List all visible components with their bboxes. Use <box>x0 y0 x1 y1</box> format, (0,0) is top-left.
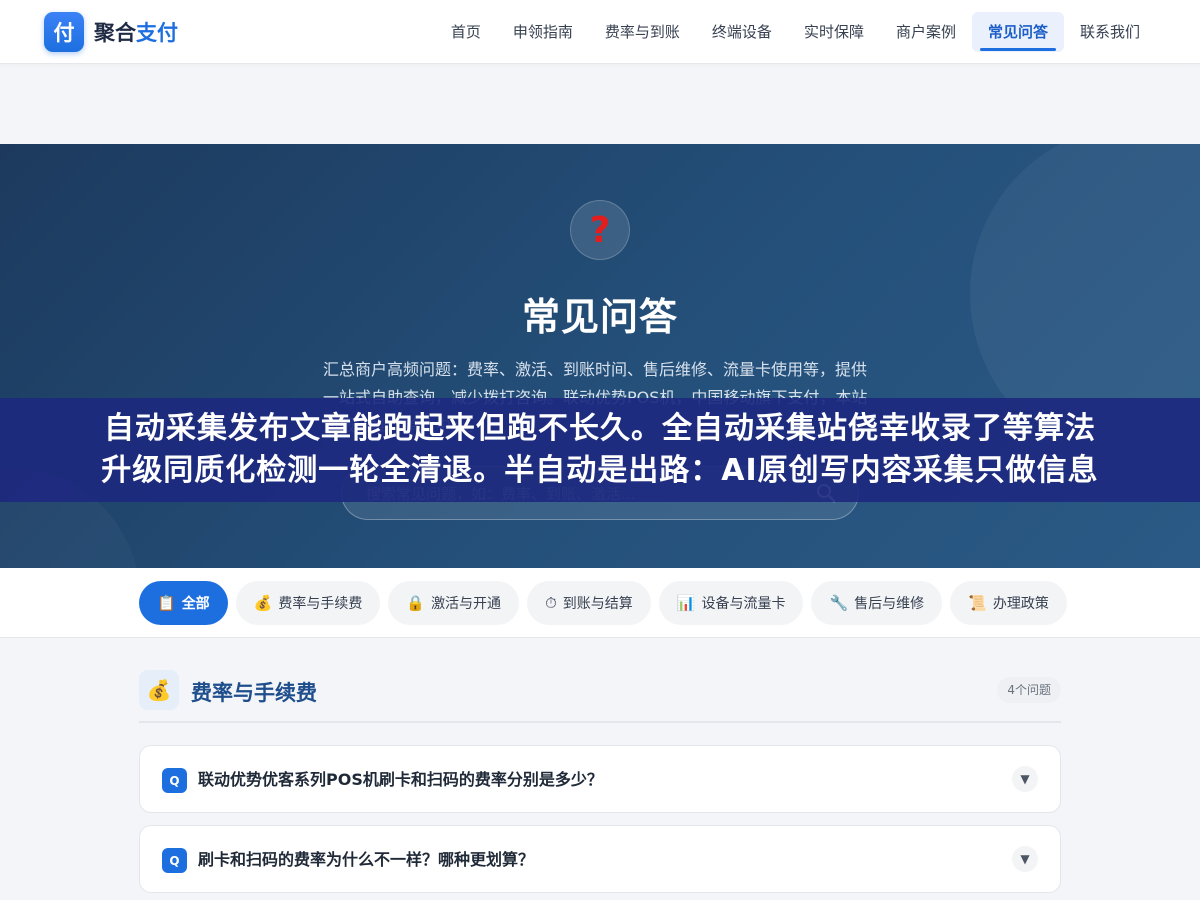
tab-all[interactable]: 📋 全部 <box>139 581 228 625</box>
question-badge: Q <box>162 768 187 793</box>
main-nav: 首页 申领指南 费率与到账 终端设备 实时保障 商户案例 常见问答 联系我们 <box>435 12 1156 52</box>
tab-policy[interactable]: 📜 办理政策 <box>950 581 1067 625</box>
chart-icon: 📊 <box>676 594 696 612</box>
overlay-banner: 自动采集发布文章能跑起来但跑不长久。全自动采集站侥幸收录了等算法 升级同质化检测… <box>0 398 1200 502</box>
question-text: 刷卡和扫码的费率为什么不一样？哪种更划算？ <box>198 850 535 869</box>
lock-icon: 🔒 <box>406 594 426 612</box>
logo-badge: 付 <box>44 12 84 52</box>
nav-apply-guide[interactable]: 申领指南 <box>497 12 589 52</box>
stopwatch-icon: ⏱ <box>545 594 557 612</box>
money-bag-icon: 💰 <box>139 670 179 710</box>
section-header: 💰 费率与手续费 4个问题 <box>139 670 1061 723</box>
tab-label: 到账与结算 <box>562 596 633 612</box>
category-tabs-bar: 📋 全部 💰 费率与手续费 🔒 激活与开通 ⏱ 到账与结算 📊 设备与流量卡 🔧 售后与维修… <box>0 568 1200 638</box>
banner-line-2: 升级同质化检测一轮全清退。半自动是出路：AI原创写内容采集只做信息 <box>101 453 1099 488</box>
question-icon: ? <box>570 200 630 260</box>
nav-home[interactable]: 首页 <box>435 12 497 52</box>
faq-item[interactable]: Q 联动优势优客系列POS机刷卡和扫码的费率分别是多少？ ▼ <box>139 745 1061 813</box>
tab-label: 激活与开通 <box>431 596 502 612</box>
tab-activation[interactable]: 🔒 激活与开通 <box>388 581 520 625</box>
category-tabs: 📋 全部 💰 费率与手续费 🔒 激活与开通 ⏱ 到账与结算 📊 设备与流量卡 🔧 售后与维修… <box>139 581 1080 625</box>
clipboard-icon: 📋 <box>157 594 176 612</box>
nav-faq[interactable]: 常见问答 <box>971 12 1064 52</box>
tab-label: 设备与流量卡 <box>701 596 786 612</box>
tab-label: 费率与手续费 <box>278 596 363 612</box>
nav-fees[interactable]: 费率与到账 <box>589 12 696 52</box>
tab-settlement[interactable]: ⏱ 到账与结算 <box>527 581 651 625</box>
tab-label: 售后与维修 <box>854 596 925 612</box>
tab-after-sales[interactable]: 🔧 售后与维修 <box>811 581 943 625</box>
tab-label: 办理政策 <box>992 596 1049 612</box>
nav-support[interactable]: 实时保障 <box>788 12 880 52</box>
logo-text: 聚合支付 <box>94 17 178 47</box>
faq-item[interactable]: Q 刷卡和扫码的费率为什么不一样？哪种更划算？ ▼ <box>139 825 1061 893</box>
tab-fees[interactable]: 💰 费率与手续费 <box>235 581 381 625</box>
banner-line-1: 自动采集发布文章能跑起来但跑不长久。全自动采集站侥幸收录了等算法 <box>104 411 1096 446</box>
site-logo[interactable]: 付 聚合支付 <box>44 12 178 52</box>
site-header: 付 聚合支付 首页 申领指南 费率与到账 终端设备 实时保障 商户案例 常见问答… <box>0 0 1200 64</box>
logo-name: 聚合 <box>94 21 136 45</box>
scroll-icon: 📜 <box>968 594 987 612</box>
nav-cases[interactable]: 商户案例 <box>880 12 972 52</box>
nav-devices[interactable]: 终端设备 <box>696 12 788 52</box>
wrench-icon: 🔧 <box>829 594 849 612</box>
question-badge: Q <box>162 848 187 873</box>
chevron-down-icon[interactable]: ▼ <box>1012 766 1038 792</box>
money-bag-icon: 💰 <box>253 594 273 612</box>
chevron-down-icon[interactable]: ▼ <box>1012 846 1038 872</box>
tab-devices[interactable]: 📊 设备与流量卡 <box>658 581 804 625</box>
nav-contact[interactable]: 联系我们 <box>1064 12 1156 52</box>
question-text: 联动优势优客系列POS机刷卡和扫码的费率分别是多少？ <box>198 770 603 789</box>
section-title: 费率与手续费 <box>191 681 317 705</box>
question-count-badge: 4个问题 <box>997 677 1061 703</box>
hero-section: ? 常见问答 汇总商户高频问题：费率、激活、到账时间、售后维修、流量卡使用等，提… <box>0 144 1200 568</box>
tab-label: 全部 <box>181 596 210 612</box>
logo-name-accent: 支付 <box>136 21 178 45</box>
page-title: 常见问答 <box>521 295 678 339</box>
